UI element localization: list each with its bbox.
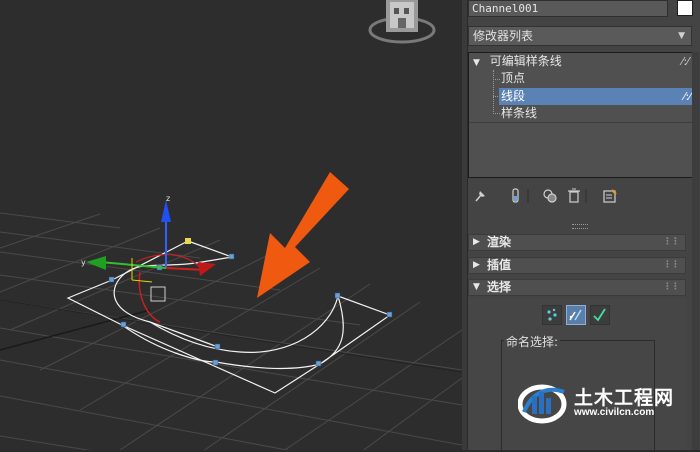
show-end-result-icon[interactable]	[506, 186, 526, 206]
watermark-url: www.civilcn.com	[574, 407, 655, 418]
viewport-canvas[interactable]: z y	[0, 0, 462, 450]
rollout-grip-icon: ⋮⋮	[663, 237, 680, 247]
configure-modifier-sets-icon[interactable]	[600, 186, 620, 206]
stack-item-label: 线段	[501, 89, 526, 103]
stack-item-vertex[interactable]: 顶点	[501, 70, 691, 87]
expand-arrow-icon: ▶	[473, 260, 480, 270]
named-selection-label: 命名选择:	[504, 333, 561, 350]
watermark-title: 土木工程网	[574, 387, 675, 409]
expand-triangle-icon[interactable]: ▼	[473, 58, 480, 68]
pin-stack-icon[interactable]	[470, 186, 490, 206]
stack-item-label: 顶点	[501, 71, 526, 85]
stack-divider	[469, 122, 693, 123]
tree-branch	[493, 79, 500, 80]
rollout-rendering[interactable]: ▶ 渲染 ⋮⋮	[468, 234, 686, 251]
grid-axis-y	[0, 299, 462, 373]
modifier-stack[interactable]: ▼ 可编辑样条线 ⁄:⁄ 顶点 线段 ⁄:⁄ 样条线	[468, 52, 694, 178]
transform-gizmo[interactable]: z y	[81, 194, 216, 323]
viewport-perspective[interactable]: z y	[0, 0, 462, 450]
toolbar-divider	[526, 186, 530, 206]
light-bulb-icon[interactable]: ⁄:⁄	[684, 88, 691, 105]
object-color-swatch[interactable]	[677, 0, 693, 16]
chevron-down-icon: ▼	[678, 31, 685, 41]
rollout-label: 渲染	[487, 235, 512, 249]
segment-icon[interactable]	[566, 305, 586, 325]
civilcn-logo-icon	[517, 384, 567, 424]
light-bulb-icon[interactable]: ⁄:⁄	[682, 53, 689, 70]
viewcube[interactable]	[368, 0, 436, 44]
rollout-label: 插值	[487, 258, 512, 272]
tree-line	[493, 70, 494, 114]
collapse-arrow-icon: ▼	[473, 282, 480, 292]
stack-item-label: 样条线	[501, 106, 538, 120]
object-name-field[interactable]: Channel001	[468, 0, 668, 17]
svg-text:y: y	[81, 258, 86, 267]
expand-arrow-icon: ▶	[473, 237, 480, 247]
remove-modifier-icon[interactable]	[564, 186, 584, 206]
make-unique-icon[interactable]	[540, 186, 560, 206]
rollout-grip-icon: ⋮⋮	[663, 260, 680, 270]
rollout-selection[interactable]: ▼ 选择 ⋮⋮	[468, 279, 686, 296]
spline-icon[interactable]	[590, 305, 610, 325]
tree-branch	[493, 113, 500, 114]
panel-resize-grip[interactable]	[572, 224, 588, 229]
toolbar-divider	[584, 186, 588, 206]
annotation-arrow	[257, 172, 349, 298]
rollout-interpolation[interactable]: ▶ 插值 ⋮⋮	[468, 257, 686, 274]
stack-item-segment[interactable]: 线段 ⁄:⁄	[499, 88, 693, 105]
panel-scrollbar[interactable]	[692, 52, 699, 450]
svg-text:z: z	[166, 194, 170, 203]
vertex-icon[interactable]	[542, 305, 562, 325]
rollout-label: 选择	[487, 280, 512, 294]
modifier-list-dropdown[interactable]: 修改器列表 ▼	[468, 26, 692, 46]
grid-axis-x	[0, 309, 151, 351]
first-vertex-handle[interactable]	[185, 238, 191, 244]
stack-toolbar	[468, 186, 638, 206]
stack-item-label: 可编辑样条线	[489, 54, 562, 68]
stack-item-spline[interactable]: 样条线	[501, 105, 691, 122]
stack-item-editable-spline[interactable]: ▼ 可编辑样条线 ⁄:⁄	[473, 53, 691, 70]
modifier-list-label: 修改器列表	[473, 29, 534, 43]
rollout-grip-icon: ⋮⋮	[663, 282, 680, 292]
